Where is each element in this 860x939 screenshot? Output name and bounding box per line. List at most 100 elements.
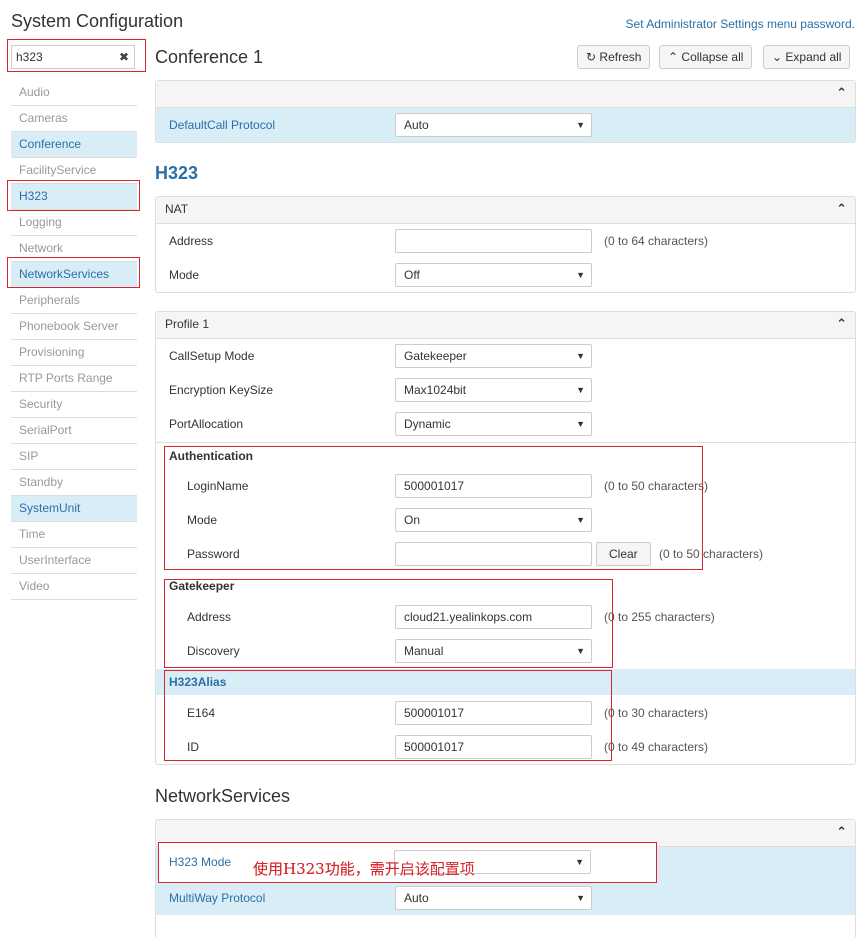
annotation-text-top: 使用H323功能，需开启该配置项 [253, 860, 475, 878]
port-allocation-label: PortAllocation [169, 417, 244, 431]
callsetup-mode-select[interactable]: Gatekeeper ▼ [395, 344, 592, 368]
login-name-input[interactable]: 500001017 [395, 474, 592, 498]
e164-hint: (0 to 30 characters) [604, 706, 709, 720]
sidebar-item-standby[interactable]: Standby [11, 470, 137, 496]
auth-mode-select[interactable]: On ▼ [395, 508, 592, 532]
port-allocation-select[interactable]: Dynamic ▼ [395, 412, 592, 436]
e164-input[interactable]: 500001017 [395, 701, 592, 725]
gatekeeper-title: Gatekeeper [169, 579, 235, 593]
caret-down-icon: ▼ [576, 385, 585, 395]
h323-mode-label: H323 Mode [169, 857, 232, 871]
sidebar-item-provisioning[interactable]: Provisioning [11, 340, 137, 366]
auth-mode-row: Mode On ▼ [156, 503, 855, 537]
select-value: On [404, 513, 421, 527]
select-value: Auto [404, 891, 429, 905]
nat-mode-label: Mode [169, 268, 200, 282]
sidebar-item-security[interactable]: Security [11, 392, 137, 418]
default-call-protocol-row: DefaultCall Protocol Auto ▼ [156, 108, 855, 142]
clear-search-icon[interactable]: ✖ [119, 50, 129, 64]
nat-address-row: Address (0 to 64 characters) [156, 224, 855, 258]
login-name-hint: (0 to 50 characters) [604, 479, 709, 493]
chevron-down-icon: ⌄ [772, 50, 783, 64]
conference-title: Conference 1 [155, 47, 264, 67]
refresh-button[interactable]: ↻ Refresh [577, 45, 651, 69]
default-call-protocol-select[interactable]: Auto ▼ [395, 113, 592, 137]
gatekeeper-header: Gatekeeper [156, 573, 855, 599]
chevron-up-icon[interactable]: ⌃ [836, 201, 847, 217]
sidebar-item-networkservices[interactable]: NetworkServices [11, 262, 137, 288]
sidebar-item-network[interactable]: Network [11, 236, 137, 262]
sidebar-item-h323[interactable]: H323 [11, 184, 137, 210]
discovery-select[interactable]: Manual ▼ [395, 639, 592, 663]
login-name-row: LoginName 500001017 (0 to 50 characters) [156, 469, 855, 503]
sidebar-item-peripherals[interactable]: Peripherals [11, 288, 137, 314]
networkservices-panel-header[interactable]: ⌃ [156, 820, 855, 847]
chevron-up-icon: ⌃ [668, 50, 679, 64]
sidebar-item-sip[interactable]: SIP [11, 444, 137, 470]
caret-down-icon: ▼ [576, 120, 585, 130]
expand-label: Expand all [785, 50, 842, 64]
sidebar-item-cameras[interactable]: Cameras [11, 106, 137, 132]
encryption-keysize-label: Encryption KeySize [169, 383, 274, 397]
sidebar-item-facilityservice[interactable]: FacilityService [11, 158, 137, 184]
alias-id-row: ID 500001017 (0 to 49 characters) [156, 730, 855, 764]
password-input[interactable] [395, 542, 592, 566]
sidebar-item-rtp-ports-range[interactable]: RTP Ports Range [11, 366, 137, 392]
nat-panel-header[interactable]: NAT ⌃ [156, 197, 855, 224]
conference-panel-header[interactable]: ⌃ [156, 81, 855, 108]
nat-panel: NAT ⌃ Address (0 to 64 characters) Mode … [155, 196, 856, 293]
sidebar-item-time[interactable]: Time [11, 522, 137, 548]
nat-address-input[interactable] [395, 229, 592, 253]
h323alias-header: H323Alias [156, 669, 855, 695]
gatekeeper-address-label: Address [187, 610, 232, 624]
chevron-up-icon[interactable]: ⌃ [836, 85, 847, 101]
h323-heading: H323 [155, 163, 199, 183]
clear-password-button[interactable]: Clear [596, 542, 651, 566]
caret-down-icon: ▼ [576, 270, 585, 280]
multiway-protocol-select[interactable]: Auto ▼ [395, 886, 592, 910]
profile-panel: Profile 1 ⌃ CallSetup Mode Gatekeeper ▼ E… [155, 311, 856, 765]
alias-id-hint: (0 to 49 characters) [604, 740, 709, 754]
expand-all-button[interactable]: ⌄ Expand all [763, 45, 851, 69]
sidebar-item-systemunit[interactable]: SystemUnit [11, 496, 137, 522]
login-name-label: LoginName [187, 479, 249, 493]
profile-panel-header[interactable]: Profile 1 ⌃ [156, 312, 855, 339]
nat-mode-row: Mode Off ▼ [156, 258, 855, 292]
e164-label: E164 [187, 706, 216, 720]
caret-down-icon: ▼ [576, 893, 585, 903]
sidebar: Audio Cameras Conference FacilityService… [11, 80, 137, 600]
sidebar-item-conference[interactable]: Conference [11, 132, 137, 158]
refresh-icon: ↻ [586, 50, 597, 64]
admin-password-link[interactable]: Set Administrator Settings menu password… [626, 17, 855, 31]
chevron-up-icon[interactable]: ⌃ [836, 824, 847, 840]
nat-mode-select[interactable]: Off ▼ [395, 263, 592, 287]
alias-id-input[interactable]: 500001017 [395, 735, 592, 759]
gatekeeper-address-input[interactable]: cloud21.yealinkops.com [395, 605, 592, 629]
authentication-title: Authentication [169, 449, 253, 463]
sidebar-item-video[interactable]: Video [11, 574, 137, 600]
collapse-all-button[interactable]: ⌃ Collapse all [659, 45, 753, 69]
gatekeeper-address-row: Address cloud21.yealinkops.com (0 to 255… [156, 600, 855, 634]
sidebar-item-serialport[interactable]: SerialPort [11, 418, 137, 444]
sidebar-item-userinterface[interactable]: UserInterface [11, 548, 137, 574]
nat-address-hint: (0 to 64 characters) [604, 234, 709, 248]
h323alias-title: H323Alias [169, 675, 227, 689]
select-value: Off [404, 268, 420, 282]
encryption-keysize-row: Encryption KeySize Max1024bit ▼ [156, 373, 855, 407]
caret-down-icon: ▼ [576, 351, 585, 361]
networkservices-heading: NetworkServices [155, 786, 291, 806]
select-value: Gatekeeper [404, 349, 467, 363]
sidebar-item-logging[interactable]: Logging [11, 210, 137, 236]
sidebar-item-phonebook-server[interactable]: Phonebook Server [11, 314, 137, 340]
discovery-row: Discovery Manual ▼ [156, 634, 855, 668]
refresh-label: Refresh [599, 50, 642, 64]
chevron-up-icon[interactable]: ⌃ [836, 316, 847, 332]
encryption-keysize-select[interactable]: Max1024bit ▼ [395, 378, 592, 402]
networkservices-panel: ⌃ H323 Mode On▼ MultiWay Protocol Auto▼ [155, 819, 856, 939]
collapse-label: Collapse all [681, 50, 744, 64]
caret-down-icon: ▼ [576, 419, 585, 429]
search-input[interactable] [16, 47, 116, 67]
auth-mode-label: Mode [187, 513, 218, 527]
caret-down-icon: ▼ [576, 646, 585, 656]
sidebar-item-audio[interactable]: Audio [11, 80, 137, 106]
